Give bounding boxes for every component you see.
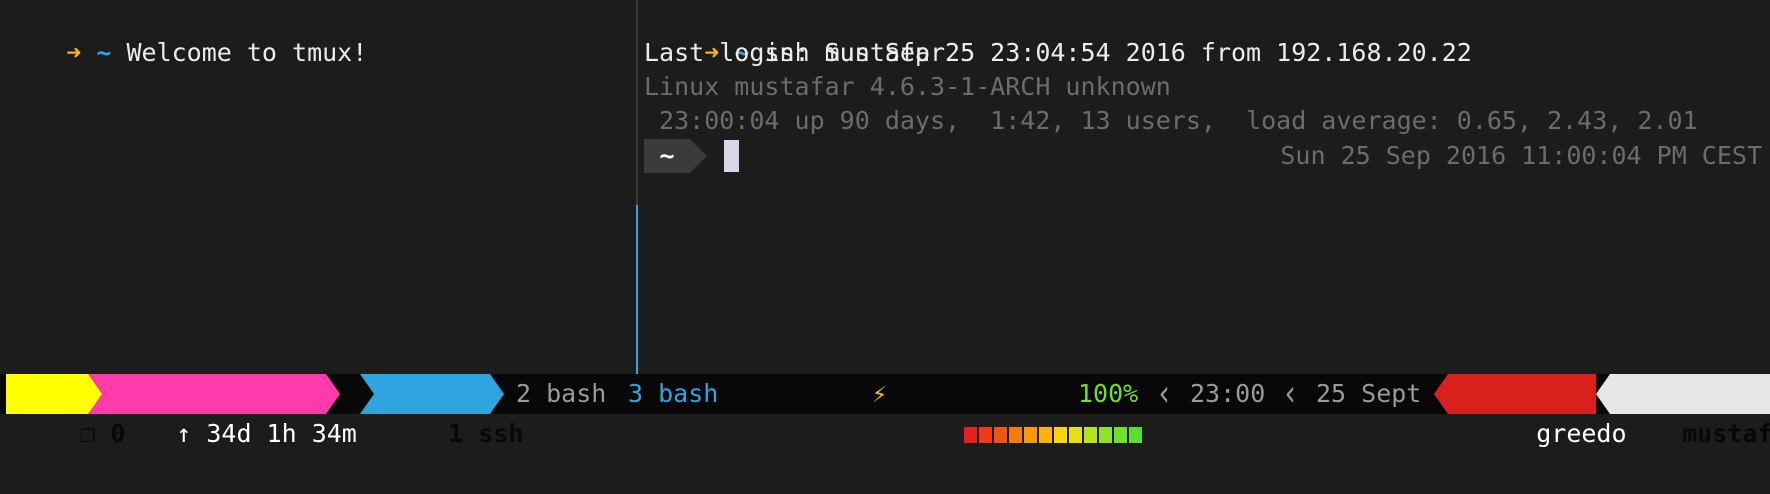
session-chevron xyxy=(88,374,102,414)
battery-cell xyxy=(964,427,978,443)
motd-uptime-line: 23:00:04 up 90 days, 1:42, 13 users, loa… xyxy=(644,106,1698,135)
right-prompt-datetime: Sun 25 Sep 2016 11:00:04 PM CEST xyxy=(1280,141,1762,170)
window-tab-label: 1 ssh xyxy=(448,419,524,448)
prompt-dir: ~ xyxy=(96,38,112,67)
session-segment[interactable]: ❐ 0 xyxy=(6,374,125,448)
battery-cell xyxy=(1024,427,1038,443)
left-pane[interactable]: ➜ ~ Welcome to tmux! xyxy=(0,0,636,374)
welcome-line: ➜ ~ Welcome to tmux! xyxy=(6,2,367,67)
last-login-line: Last login: Sun Sep 25 23:04:54 2016 fro… xyxy=(644,38,1472,67)
separator-chevron-icon: ‹ xyxy=(1156,371,1173,415)
battery-cell xyxy=(994,427,1008,443)
window-tab-3[interactable]: 3 bash xyxy=(628,374,718,414)
battery-cell xyxy=(1069,427,1083,443)
hostname-chevron xyxy=(1596,374,1610,414)
separator-chevron-icon: ‹ xyxy=(1282,371,1299,415)
status-time: 23:00 xyxy=(1190,379,1266,408)
battery-cell xyxy=(1054,427,1068,443)
uptime-chevron xyxy=(326,374,340,414)
tmux-status-bar: ❐ 0 ↑ 34d 1h 34m 1 ssh 2 bash 3 bash ⚡ 1… xyxy=(0,371,1770,448)
battery-cell xyxy=(1039,427,1053,443)
status-date: 25 Sept xyxy=(1316,379,1422,408)
window-tab-1[interactable]: 1 ssh xyxy=(360,374,523,448)
right-pane[interactable]: ➜ ~ ssh mustafar Last login: Sun Sep 25 … xyxy=(640,0,1770,374)
pane-divider[interactable] xyxy=(636,0,638,205)
uptime-segment: ↑ 34d 1h 34m xyxy=(88,374,357,448)
window-tab-left-chevron xyxy=(360,374,374,414)
battery-percent: 100% xyxy=(1078,379,1139,408)
uptime-arrow-icon: ↑ xyxy=(176,419,192,448)
uptime-value: 34d 1h 34m xyxy=(206,419,357,448)
welcome-text: Welcome to tmux! xyxy=(126,38,368,67)
hostname-segment: mustafar xyxy=(1610,374,1770,448)
username-chevron xyxy=(1434,374,1448,414)
zsh-prompt-chevron xyxy=(690,139,707,173)
battery-cell xyxy=(979,427,993,443)
battery-cell xyxy=(1084,427,1098,443)
battery-icon: ⚡ xyxy=(872,379,888,408)
window-tab-right-chevron xyxy=(490,374,504,414)
text-cursor[interactable] xyxy=(724,140,739,172)
zsh-prompt-dir: ~ xyxy=(644,139,690,173)
username-segment: greedo xyxy=(1448,374,1627,448)
pane-divider-active[interactable] xyxy=(636,205,638,374)
motd-kernel-line: Linux mustafar 4.6.3-1-ARCH unknown xyxy=(644,72,1171,101)
prompt-arrow-icon: ➜ xyxy=(66,38,82,67)
battery-cell xyxy=(1129,427,1143,443)
battery-cell xyxy=(1114,427,1128,443)
hostname: mustafar xyxy=(1682,419,1770,448)
window-tab-2[interactable]: 2 bash xyxy=(516,374,606,414)
command-line: ➜ ~ ssh mustafar xyxy=(644,2,945,67)
battery-cell xyxy=(1099,427,1113,443)
battery-cell xyxy=(1009,427,1023,443)
